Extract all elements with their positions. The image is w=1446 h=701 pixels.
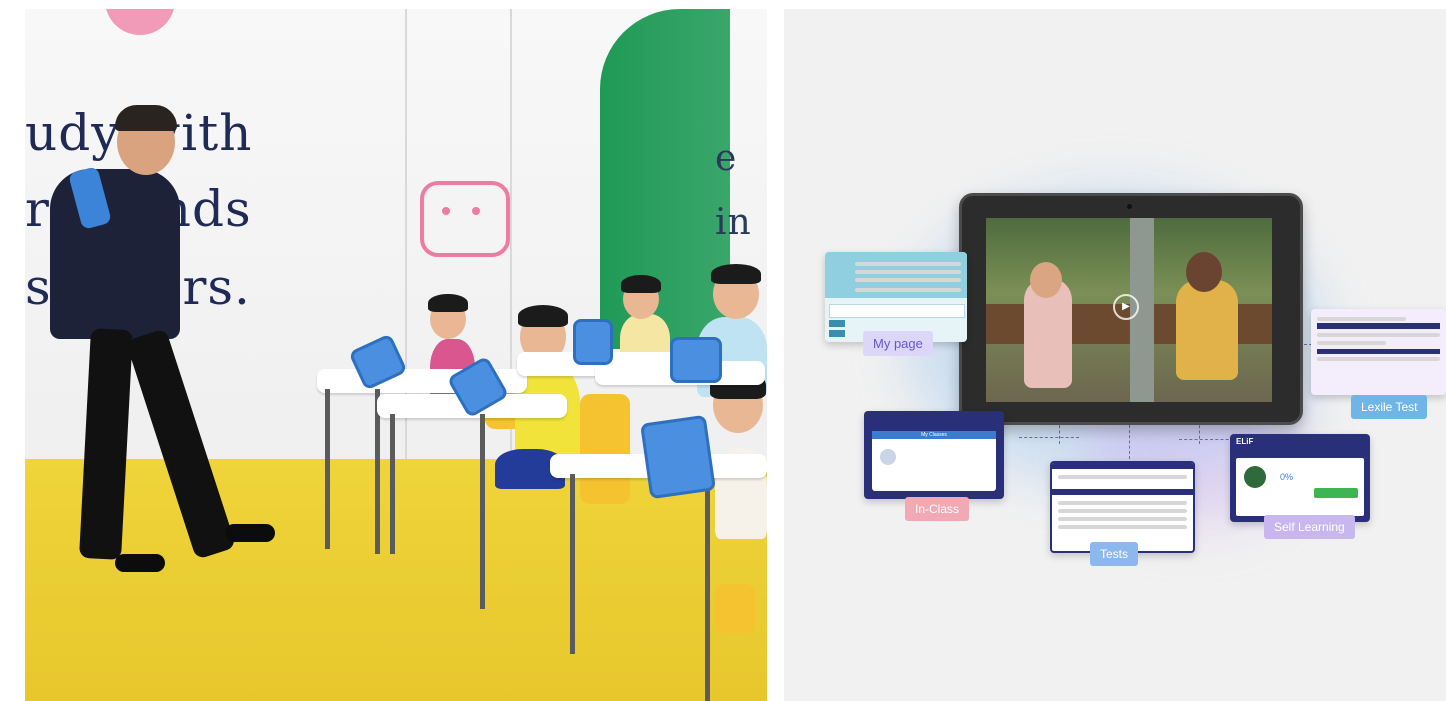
yellow-chair (715, 584, 755, 634)
my-page-card (825, 252, 967, 342)
lexile-test-card (1311, 309, 1446, 395)
desk-leg (480, 414, 485, 609)
video-girl-head (1030, 262, 1062, 298)
avatar (880, 449, 896, 465)
teacher-legs (65, 328, 275, 572)
green-wall-panel (600, 9, 730, 349)
desk-leg (325, 389, 330, 549)
child-tablet (670, 337, 722, 383)
teacher-hair (115, 105, 177, 131)
tests-card-header (1052, 463, 1193, 469)
progress-percent: 0% (1280, 472, 1294, 482)
child-tablet (573, 319, 613, 365)
yellow-chair (580, 394, 630, 504)
connector-line (1019, 437, 1079, 438)
tablet-device: ▶ (959, 193, 1303, 425)
child-tablet (640, 414, 716, 500)
child-hair (621, 275, 661, 293)
video-boy-head (1186, 252, 1222, 292)
elif-logo: ELiF (1236, 437, 1254, 446)
my-page-button[interactable] (829, 320, 845, 327)
label-self-learning: Self Learning (1264, 515, 1355, 539)
book-cover (1244, 466, 1266, 488)
child-hair (711, 264, 761, 284)
lexile-table-header (1317, 349, 1440, 354)
my-page-progress (829, 304, 965, 318)
in-class-card: My Classes (864, 411, 1004, 499)
camera-dot (1127, 204, 1132, 209)
tests-card-subheader (1052, 489, 1193, 495)
label-my-page: My page (863, 331, 933, 356)
self-learning-panel: 0% (1236, 458, 1364, 516)
tests-card (1050, 461, 1195, 553)
label-in-class: In-Class (905, 497, 970, 521)
child-hair (428, 294, 468, 312)
classroom-photo: udy with r friends st chers. e in (25, 9, 767, 701)
desk-leg (390, 414, 395, 554)
glass-text: e in (715, 138, 752, 243)
my-page-button[interactable] (829, 330, 845, 337)
video-screen: ▶ (986, 218, 1272, 402)
video-boy (1176, 280, 1238, 380)
platform-diagram: ▶ My page My Classes In-Class Tests ELiF (784, 9, 1446, 701)
desk-leg (705, 474, 710, 701)
enter-button[interactable] (1314, 488, 1358, 498)
in-class-panel-header: My Classes (872, 431, 996, 439)
desk-leg (570, 474, 575, 654)
play-icon[interactable]: ▶ (1113, 294, 1139, 320)
in-class-panel: My Classes (872, 431, 996, 491)
self-learning-card: ELiF 0% (1230, 434, 1370, 522)
label-tests: Tests (1090, 542, 1139, 566)
child-hair (518, 305, 568, 327)
teacher (50, 169, 180, 339)
lexile-table-header (1317, 323, 1440, 329)
robot-logo-icon (420, 181, 510, 257)
label-lexile-test: Lexile Test (1351, 395, 1428, 419)
